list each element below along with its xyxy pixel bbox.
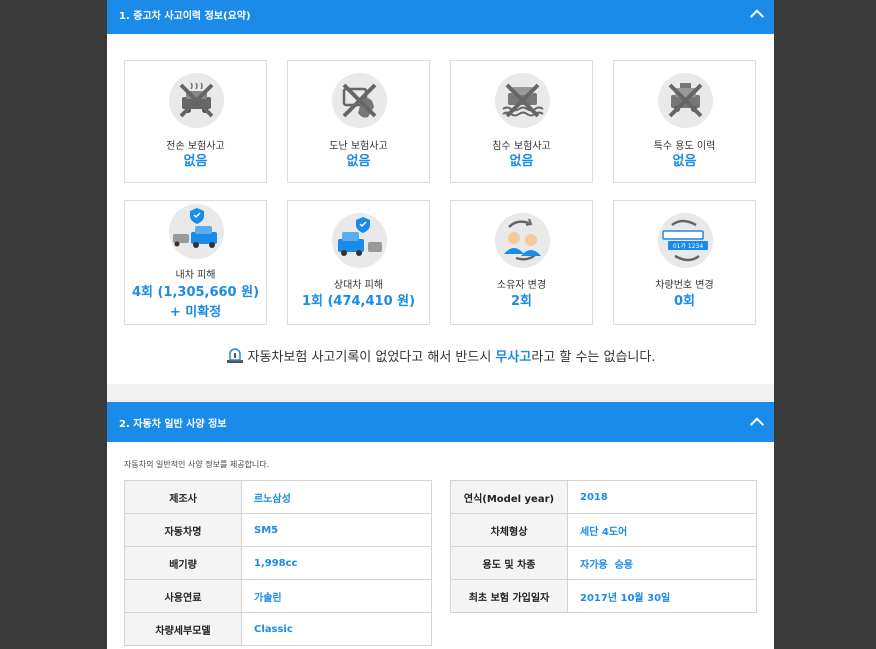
flood-car-icon	[495, 73, 550, 128]
spec-value: 르노삼성	[241, 480, 432, 514]
own-damage-icon	[169, 204, 224, 259]
card-value: 2회	[510, 294, 532, 309]
table-row: 차체형상 세단 4도어	[450, 513, 757, 547]
plate-change-icon: 01가 1234	[658, 213, 713, 268]
card-value: 0회	[673, 294, 695, 309]
section1-title: 1. 중고차 사고이력 정보(요약)	[119, 10, 251, 22]
section2-header[interactable]: 2. 자동차 일반 사양 정보	[107, 402, 774, 442]
table-row: 연식(Model year) 2018	[450, 480, 757, 514]
table-row: 사용연료 가솔린	[124, 579, 432, 613]
card-label: 도난 보험사고	[329, 141, 388, 152]
spec-key: 자동차명	[124, 513, 242, 547]
spec-value: 1,998cc	[241, 546, 432, 580]
card-value: 4회 (1,305,660 원) + 미확정	[131, 285, 260, 320]
spec-key: 차량세부모델	[124, 612, 242, 646]
spec-key: 배기량	[124, 546, 242, 580]
table-row: 최초 보험 가입일자 2017년 10월 30일	[450, 579, 757, 613]
spec-table-left: 제조사 르노삼성 자동차명 SM5 배기량 1,998cc 사용연료 가솔린 차…	[124, 480, 432, 646]
table-row: 배기량 1,998cc	[124, 546, 432, 580]
svg-text:01가 1234: 01가 1234	[673, 242, 704, 250]
taxi-icon	[658, 73, 713, 128]
spec-value: 가솔린	[241, 579, 432, 613]
notice-text-before: 자동차보험 사고기록이 없었다고 해서 반드시	[247, 350, 496, 365]
card-owner-change: 소유자 변경 2회	[450, 200, 593, 325]
table-row: 제조사 르노삼성	[124, 480, 432, 514]
notice-text-after: 라고 할 수는 없습니다.	[531, 350, 656, 365]
spec-table-right: 연식(Model year) 2018 차체형상 세단 4도어 용도 및 차종 …	[450, 480, 757, 613]
spec-value: 2018	[567, 480, 757, 514]
section1-header[interactable]: 1. 중고차 사고이력 정보(요약)	[107, 0, 774, 34]
no-accident-notice: 자동차보험 사고기록이 없었다고 해서 반드시 무사고라고 할 수는 없습니다.	[107, 346, 774, 367]
card-value: 없음	[346, 154, 371, 169]
card-value: 없음	[183, 154, 208, 169]
card-label: 차량번호 변경	[655, 280, 714, 291]
card-label: 내차 피해	[175, 270, 216, 281]
chevron-up-icon[interactable]	[749, 417, 765, 432]
card-value: 없음	[509, 154, 534, 169]
report-page: 1. 중고차 사고이력 정보(요약) 전손 보험사고 없음 도난 보험사고 없음…	[107, 0, 774, 649]
spec-value: Classic	[241, 612, 432, 646]
card-other-damage: 상대차 피해 1회 (474,410 원)	[287, 200, 430, 325]
spec-key: 차체형상	[450, 513, 568, 547]
card-label: 상대차 피해	[333, 280, 384, 291]
spec-key: 제조사	[124, 480, 242, 514]
card-value: 없음	[672, 154, 697, 169]
total-loss-car-icon	[169, 73, 224, 128]
table-row: 차량세부모델 Classic	[124, 612, 432, 646]
spec-value: 세단 4도어	[567, 513, 757, 547]
section2-title: 2. 자동차 일반 사양 정보	[119, 418, 227, 430]
card-value: 1회 (474,410 원)	[301, 294, 416, 309]
card-plate-change: 01가 1234 차량번호 변경 0회	[613, 200, 756, 325]
owner-change-icon	[495, 213, 550, 268]
card-label: 소유자 변경	[496, 280, 547, 291]
table-row: 자동차명 SM5	[124, 513, 432, 547]
card-label: 전손 보험사고	[166, 141, 225, 152]
card-special-use: 특수 용도 이력 없음	[613, 60, 756, 183]
spec-key: 사용연료	[124, 579, 242, 613]
spec-value: SM5	[241, 513, 432, 547]
spec-key: 최초 보험 가입일자	[450, 579, 568, 613]
chevron-up-icon[interactable]	[749, 9, 765, 24]
spec-key: 연식(Model year)	[450, 480, 568, 514]
card-own-damage: 내차 피해 4회 (1,305,660 원) + 미확정	[124, 200, 267, 325]
card-total-loss: 전손 보험사고 없음	[124, 60, 267, 183]
section2-description: 자동차의 일반적인 사양 정보를 제공합니다.	[124, 460, 270, 469]
card-label: 특수 용도 이력	[653, 141, 716, 152]
notice-highlight: 무사고	[495, 350, 532, 365]
spec-value: 2017년 10월 30일	[567, 579, 757, 613]
spec-value: 자가용 승용	[567, 546, 757, 580]
card-flood: 침수 보험사고 없음	[450, 60, 593, 183]
card-theft: 도난 보험사고 없음	[287, 60, 430, 183]
card-label: 침수 보험사고	[492, 141, 551, 152]
warning-light-icon	[226, 347, 244, 367]
spec-key: 용도 및 차종	[450, 546, 568, 580]
theft-icon	[332, 73, 387, 128]
other-damage-icon	[332, 213, 387, 268]
table-row: 용도 및 차종 자가용 승용	[450, 546, 757, 580]
